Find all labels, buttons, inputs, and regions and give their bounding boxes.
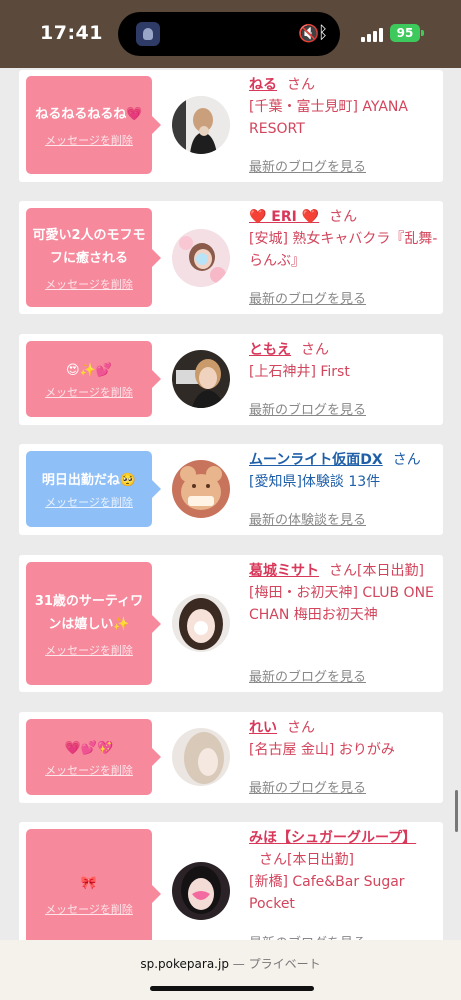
shop-detail: [名古屋 金山] おりがみ [249, 742, 395, 758]
shop-detail: [安城] 熟女キャバクラ『乱舞-らんぶ』 [249, 231, 438, 269]
favorite-card: 😍✨💕 メッセージを削除 ともえ さん [上石神井] First 最新のブログを見… [19, 334, 443, 425]
favorite-card: 💗💕💖 メッセージを削除 れい さん [名古屋 金山] おりがみ 最新のブログを見… [19, 712, 443, 803]
delete-message-link[interactable]: メッセージを削除 [45, 901, 133, 917]
latest-blog-link[interactable]: 最新のブログを見る [249, 399, 366, 418]
girl-name-link[interactable]: ❤️ ERI ❤️ [249, 209, 319, 225]
honorific: さん[本日出勤] [329, 563, 424, 579]
delete-message-link[interactable]: メッセージを削除 [45, 642, 133, 658]
avatar-photo-icon [172, 96, 230, 154]
shop-detail: [千葉・富士見町] AYANA RESORT [249, 99, 408, 137]
mute-icon: 🔇 [298, 24, 320, 44]
message-text: 可愛い2人のモフモフに癒される [32, 227, 146, 266]
avatar[interactable] [172, 460, 230, 518]
delete-message-link[interactable]: メッセージを削除 [45, 384, 133, 400]
girl-info: れい さん [名古屋 金山] おりがみ [249, 717, 439, 761]
girl-info: ともえ さん [上石神井] First [249, 339, 439, 383]
status-bar: 17:41 🔇 ᛒ 95 [0, 0, 461, 68]
message-bubble: ねるねるねるね💗 メッセージを削除 [26, 76, 161, 174]
favorite-card: 31歳のサーティワンは嬉しい✨ メッセージを削除 葛城ミサト さん[本日出勤] [… [19, 555, 443, 692]
avatar[interactable] [172, 728, 230, 786]
honorific: さん [392, 452, 421, 468]
battery-icon: 95 [390, 24, 420, 42]
favorite-card: 明日出勤だね🥺 メッセージを削除 ムーンライト仮面DX さん [愛知県]体験談 1… [19, 444, 443, 535]
message-text: 31歳のサーティワンは嬉しい✨ [34, 593, 144, 632]
avatar[interactable] [172, 229, 230, 287]
bluetooth-icon: ᛒ [318, 23, 329, 43]
avatar-photo-icon [172, 862, 230, 920]
delete-message-link[interactable]: メッセージを削除 [45, 762, 133, 778]
message-bubble: 💗💕💖 メッセージを削除 [26, 719, 161, 795]
girl-name-link[interactable]: れい [249, 720, 277, 736]
latest-blog-link[interactable]: 最新のブログを見る [249, 777, 366, 796]
message-bubble: 可愛い2人のモフモフに癒される メッセージを削除 [26, 208, 161, 307]
message-text: 😍✨💕 [66, 362, 112, 378]
girl-info: ムーンライト仮面DX さん [愛知県]体験談 13件 [249, 449, 439, 493]
girl-name-link[interactable]: 葛城ミサト [249, 563, 319, 579]
battery-tip [421, 30, 424, 36]
girl-info: ❤️ ERI ❤️ さん [安城] 熟女キャバクラ『乱舞-らんぶ』 [249, 206, 439, 272]
avatar[interactable] [172, 350, 230, 408]
shop-detail: [上石神井] First [249, 364, 350, 380]
reviewer-name-link[interactable]: ムーンライト仮面DX [249, 452, 383, 468]
private-mode-label: — プライベート [232, 957, 321, 971]
message-text: ねるねるねるね💗 [35, 106, 143, 122]
message-bubble: 明日出勤だね🥺 メッセージを削除 [26, 451, 161, 527]
delete-message-link[interactable]: メッセージを削除 [45, 132, 133, 148]
girl-info: みほ【シュガーグループ】さん[本日出勤] [新橋] Cafe&Bar Sugar… [249, 827, 439, 915]
shop-detail: [新橋] Cafe&Bar Sugar Pocket [249, 874, 405, 912]
delete-message-link[interactable]: メッセージを削除 [45, 276, 133, 292]
message-text: 💗💕💖 [64, 740, 114, 756]
shop-detail: [梅田・お初天神] CLUB ONE CHAN 梅田お初天神 [249, 585, 434, 623]
now-playing-thumbnail [136, 22, 160, 46]
avatar[interactable] [172, 594, 230, 652]
avatar-photo-icon [172, 229, 230, 287]
status-time: 17:41 [40, 22, 103, 44]
honorific: さん[本日出勤] [259, 852, 354, 868]
honorific: さん [329, 209, 358, 225]
message-text: 🎀 [80, 875, 98, 891]
latest-blog-link[interactable]: 最新のブログを見る [249, 156, 366, 175]
browser-address-bar[interactable]: sp.pokepara.jp — プライベート [0, 940, 461, 1000]
honorific: さん [287, 77, 315, 93]
review-detail: [愛知県]体験談 13件 [249, 474, 381, 490]
bear-cookie-icon [172, 460, 230, 518]
scrollbar[interactable] [455, 790, 458, 832]
signal-icon [361, 26, 383, 42]
dynamic-island[interactable]: 🔇 ᛒ [118, 12, 340, 56]
message-text: 明日出勤だね🥺 [41, 472, 137, 488]
favorite-card: 可愛い2人のモフモフに癒される メッセージを削除 ❤️ ERI ❤️ さん [安城… [19, 201, 443, 314]
honorific: さん [287, 720, 315, 736]
girl-name-link[interactable]: ともえ [249, 342, 291, 358]
avatar-photo-icon [172, 594, 230, 652]
favorite-card: ねるねるねるね💗 メッセージを削除 ねる さん [千葉・富士見町] AYANA R… [19, 70, 443, 182]
avatar[interactable] [172, 96, 230, 154]
home-indicator[interactable] [150, 986, 314, 991]
girl-info: 葛城ミサト さん[本日出勤] [梅田・お初天神] CLUB ONE CHAN 梅田… [249, 560, 439, 626]
avatar[interactable] [172, 862, 230, 920]
latest-blog-link[interactable]: 最新のブログを見る [249, 666, 366, 685]
address-text[interactable]: sp.pokepara.jp — プライベート [0, 955, 461, 972]
url-domain: sp.pokepara.jp [140, 957, 229, 971]
honorific: さん [301, 342, 329, 358]
delete-message-link[interactable]: メッセージを削除 [45, 494, 133, 510]
girl-name-link[interactable]: みほ【シュガーグループ】 [249, 830, 416, 846]
message-bubble: 31歳のサーティワンは嬉しい✨ メッセージを削除 [26, 562, 161, 685]
message-bubble: 😍✨💕 メッセージを削除 [26, 341, 161, 417]
girl-name-link[interactable]: ねる [249, 77, 277, 93]
latest-blog-link[interactable]: 最新のブログを見る [249, 288, 366, 307]
girl-info: ねる さん [千葉・富士見町] AYANA RESORT [249, 74, 439, 140]
avatar-photo-icon [172, 350, 230, 408]
avatar-photo-icon [172, 728, 230, 786]
latest-review-link[interactable]: 最新の体験談を見る [249, 509, 366, 528]
